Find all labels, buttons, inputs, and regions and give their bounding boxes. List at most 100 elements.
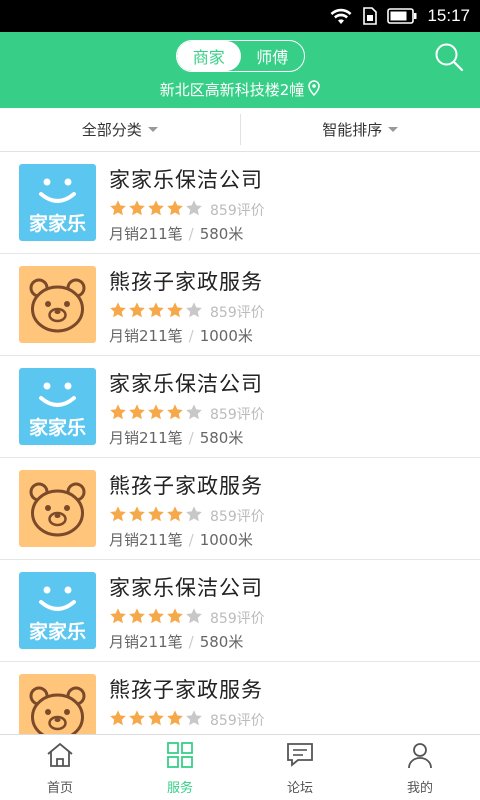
star-empty-icon — [185, 709, 203, 731]
star-filled-icon — [109, 709, 127, 731]
star-filled-icon — [109, 403, 127, 425]
bear-logo-icon — [19, 266, 96, 343]
rating-stars: 859评价 — [109, 709, 265, 731]
bear-logo-icon — [19, 470, 96, 547]
review-count: 859评价 — [210, 611, 265, 627]
header: 商家 师傅 新北区高新科技楼2幢 — [0, 32, 480, 108]
star-filled-icon — [166, 709, 184, 731]
merchant-name: 熊孩子家政服务 — [109, 270, 263, 294]
star-filled-icon — [147, 607, 165, 629]
tab-home-label: 首页 — [46, 780, 73, 796]
location-label: 新北区高新科技楼2幢 — [159, 81, 305, 99]
distance: 580米 — [199, 225, 244, 243]
smile-logo-icon: 家家乐 — [19, 164, 96, 241]
home-icon — [45, 740, 75, 774]
review-count: 859评价 — [210, 509, 265, 525]
list-item[interactable]: 家家乐 家家乐保洁公司 859评价 月销211笔 / 580米 — [0, 560, 480, 662]
logo-text: 家家乐 — [29, 212, 86, 235]
search-icon[interactable] — [434, 42, 464, 72]
list-item[interactable]: 家家乐 家家乐保洁公司 859评价月销211笔 / 580米 — [0, 152, 480, 254]
star-filled-icon — [147, 709, 165, 731]
star-filled-icon — [128, 505, 146, 527]
star-filled-icon — [128, 403, 146, 425]
star-filled-icon — [147, 505, 165, 527]
rating-stars: 859评价 — [109, 505, 265, 527]
merchant-name: 家家乐保洁公司 — [109, 576, 263, 600]
star-empty-icon — [185, 403, 203, 425]
segment-master[interactable]: 师傅 — [241, 41, 305, 71]
star-filled-icon — [166, 301, 184, 323]
merchant-name: 家家乐保洁公司 — [109, 372, 263, 396]
star-filled-icon — [128, 607, 146, 629]
logo-text: 家家乐 — [29, 416, 86, 439]
merchant-list: 家家乐 家家乐保洁公司 859评价 月销211笔/580米 熊孩子家政服务 859评价 月销… — [0, 152, 480, 734]
rating-stars: 859评价 — [109, 403, 265, 425]
list-item[interactable]: 熊孩子家政服务 859评价 月销211笔 / 1000米 — [0, 458, 480, 560]
review-count: 859评价 — [210, 203, 265, 219]
logo-text: 家家乐 — [29, 620, 86, 643]
sales-distance: 月销211笔 / 580米 — [109, 631, 243, 652]
star-filled-icon — [166, 199, 184, 221]
star-filled-icon — [147, 301, 165, 323]
separator: / — [188, 633, 194, 651]
star-filled-icon — [147, 199, 165, 221]
sales-distance: 月销211笔 / 580米 — [109, 427, 243, 448]
star-filled-icon — [166, 505, 184, 527]
sales-distance: 月销211笔 / 580米 — [109, 223, 243, 244]
caret-down-icon — [147, 127, 158, 132]
star-filled-icon — [147, 403, 165, 425]
separator: / — [188, 531, 194, 549]
bottom-tab-bar: 首页 服务 论坛 我的 — [0, 734, 480, 800]
monthly-sales: 月销211笔 — [109, 531, 183, 549]
star-filled-icon — [109, 505, 127, 527]
filter-sort[interactable]: 智能排序 — [239, 114, 480, 145]
merchant-name: 熊孩子家政服务 — [109, 678, 263, 702]
filter-bar: 全部分类 智能排序 — [0, 108, 480, 152]
star-filled-icon — [166, 403, 184, 425]
star-filled-icon — [109, 199, 127, 221]
caret-down-icon — [388, 127, 399, 132]
user-icon — [405, 740, 435, 774]
list-item[interactable]: 熊孩子家政服务 859评价 月销211笔 / 1000米 — [0, 254, 480, 356]
smile-logo-icon: 家家乐 — [19, 368, 96, 445]
tab-service[interactable]: 服务 — [120, 735, 240, 800]
distance: 580米 — [199, 429, 244, 447]
segment-merchant[interactable]: 商家 — [177, 41, 241, 71]
app-screen: 15:17 商家 师傅 新北区高新科技楼2幢 全部分类 智能排序 家家乐 家家乐保… — [0, 0, 480, 800]
list-item[interactable]: 家家乐 家家乐保洁公司 859评价 月销211笔 / 580米 — [0, 356, 480, 458]
tab-forum[interactable]: 论坛 — [240, 735, 360, 800]
status-bar: 15:17 — [0, 0, 480, 32]
chat-icon — [285, 740, 315, 774]
tab-mine-label: 我的 — [406, 780, 433, 796]
sim-icon — [363, 7, 378, 25]
star-empty-icon — [185, 199, 203, 221]
bear-logo-icon — [19, 674, 96, 734]
star-filled-icon — [166, 607, 184, 629]
rating-stars: 859评价 — [109, 301, 265, 323]
star-filled-icon — [128, 301, 146, 323]
tab-home[interactable]: 首页 — [0, 735, 120, 800]
tab-mine[interactable]: 我的 — [360, 735, 480, 800]
monthly-sales: 月销211笔 — [109, 225, 183, 243]
monthly-sales: 月销211笔 — [109, 633, 183, 651]
filter-sort-label: 智能排序 — [322, 121, 383, 139]
separator: / — [188, 225, 194, 243]
separator: / — [188, 429, 194, 447]
tab-forum-label: 论坛 — [286, 780, 313, 796]
location-pin-icon — [308, 79, 321, 100]
clock: 15:17 — [427, 6, 470, 25]
list-item[interactable]: 熊孩子家政服务 859评价 — [0, 662, 480, 734]
distance: 1000米 — [199, 327, 253, 345]
monthly-sales: 月销211笔 — [109, 327, 183, 345]
star-empty-icon — [185, 607, 203, 629]
segment-control: 商家 师傅 — [176, 40, 305, 72]
location-selector[interactable]: 新北区高新科技楼2幢 — [0, 79, 480, 100]
merchant-name: 家家乐保洁公司 — [109, 168, 263, 192]
grid-icon — [165, 740, 195, 774]
wifi-icon — [329, 7, 353, 25]
star-filled-icon — [109, 301, 127, 323]
filter-category-label: 全部分类 — [81, 121, 142, 139]
filter-category[interactable]: 全部分类 — [0, 108, 240, 151]
sales-distance: 月销211笔 / 1000米 — [109, 325, 253, 346]
review-count: 859评价 — [210, 407, 265, 423]
